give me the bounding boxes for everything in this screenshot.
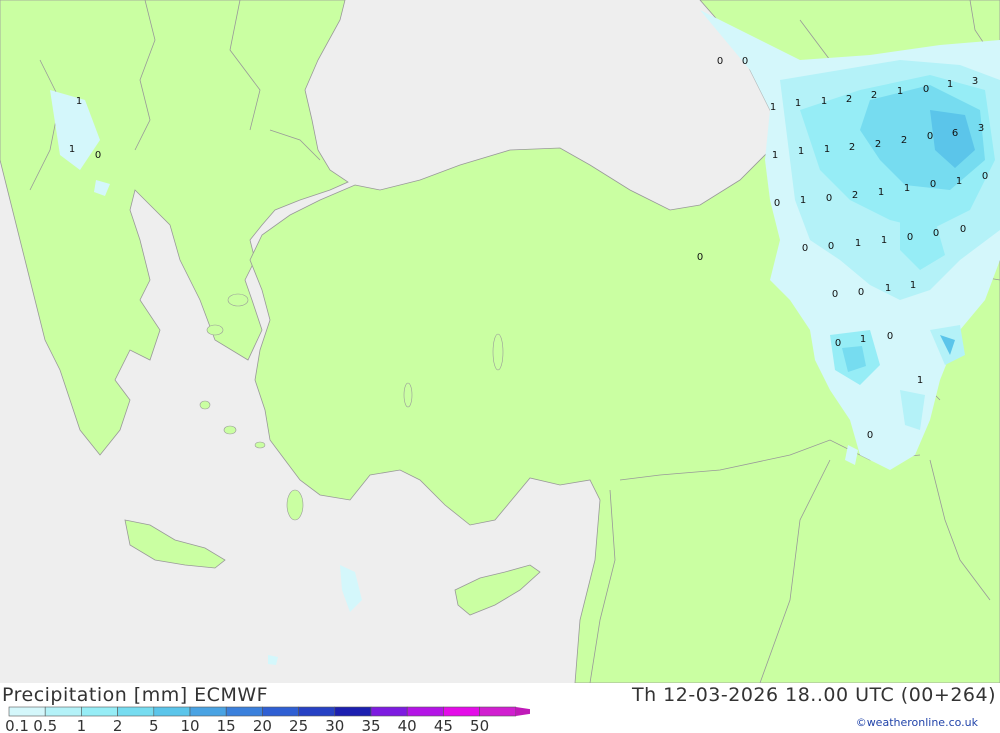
value-label: 0 <box>697 252 703 263</box>
value-label: 2 <box>901 135 907 146</box>
value-label: 1 <box>917 375 923 386</box>
scale-swatch <box>44 706 82 717</box>
value-label: 1 <box>881 235 887 246</box>
scale-swatch <box>334 706 372 717</box>
scale-swatch <box>189 706 227 717</box>
value-label: 1 <box>821 96 827 107</box>
scale-swatch <box>298 706 336 717</box>
scale-swatch <box>117 706 155 717</box>
scale-label: 50 <box>470 717 489 733</box>
value-label: 0 <box>933 228 939 239</box>
value-label: 1 <box>860 334 866 345</box>
value-label: 1 <box>795 98 801 109</box>
value-label: 0 <box>887 331 893 342</box>
value-label: 6 <box>952 128 958 139</box>
valid-time: Th 12-03-2026 18..00 UTC (00+264) <box>631 684 996 706</box>
value-label: 0 <box>774 198 780 209</box>
value-label: 0 <box>717 56 723 67</box>
scale-swatch <box>406 706 444 717</box>
value-label: 0 <box>835 338 841 349</box>
color-scale: 0.1 0.5 1 2 5 10 15 20 25 30 35 40 45 50 <box>5 706 530 733</box>
value-label: 0 <box>923 84 929 95</box>
value-label: 1 <box>772 150 778 161</box>
value-label: 1 <box>824 144 830 155</box>
scale-label: 2 <box>113 717 123 733</box>
scale-label: 5 <box>149 717 159 733</box>
value-label: 0 <box>826 193 832 204</box>
scale-label: 0.1 <box>5 717 29 733</box>
value-label: 1 <box>798 146 804 157</box>
value-label: 2 <box>875 139 881 150</box>
scale-swatch <box>262 706 299 717</box>
value-label: 3 <box>972 76 978 87</box>
scale-label: 40 <box>398 717 417 733</box>
scale-swatch <box>153 706 191 717</box>
precipitation-map: 0 0 1 1 0 1 1 1 2 2 1 0 1 3 6 3 1 1 1 2 2 2 0 0 1 0 2 1 1 0 1 0 0 0 1 1 0 0 0 0… <box>0 0 1000 683</box>
scale-swatch <box>370 706 408 717</box>
value-label: 1 <box>770 102 776 113</box>
value-label: 2 <box>852 190 858 201</box>
credit-link[interactable]: ©weatheronline.co.uk <box>856 716 978 729</box>
scale-label: 20 <box>253 717 272 733</box>
scale-swatch <box>225 706 263 717</box>
scale-label: 1 <box>77 717 87 733</box>
scale-label: 10 <box>180 717 199 733</box>
value-label: 0 <box>907 232 913 243</box>
scale-label: 45 <box>434 717 453 733</box>
scale-label: 25 <box>289 717 308 733</box>
scale-label: 15 <box>217 717 236 733</box>
value-label: 1 <box>947 79 953 90</box>
value-label: 1 <box>956 176 962 187</box>
scale-arrow <box>515 707 530 716</box>
value-label: 0 <box>982 171 988 182</box>
value-label: 0 <box>802 243 808 254</box>
legend-footer: Precipitation [mm] ECMWF Th 12-03-2026 1… <box>0 683 1000 733</box>
value-label: 1 <box>897 86 903 97</box>
scale-swatch <box>443 706 480 717</box>
value-label: 0 <box>867 430 873 441</box>
scale-label: 30 <box>325 717 344 733</box>
scale-swatch <box>479 706 517 717</box>
value-label: 3 <box>978 123 984 134</box>
scale-swatch <box>8 706 46 717</box>
scale-label: 0.5 <box>33 717 57 733</box>
value-label: 0 <box>95 150 101 161</box>
value-label: 2 <box>846 94 852 105</box>
value-label: 0 <box>828 241 834 252</box>
value-label: 0 <box>960 224 966 235</box>
value-label: 1 <box>69 144 75 155</box>
value-label: 1 <box>910 280 916 291</box>
value-label: 0 <box>858 287 864 298</box>
value-label: 0 <box>930 179 936 190</box>
value-label: 0 <box>927 131 933 142</box>
value-label: 1 <box>904 183 910 194</box>
value-label: 1 <box>855 238 861 249</box>
value-label: 2 <box>849 142 855 153</box>
value-label: 1 <box>76 96 82 107</box>
value-label: 0 <box>742 56 748 67</box>
value-label: 0 <box>832 289 838 300</box>
scale-swatch <box>81 706 118 717</box>
legend-title: Precipitation [mm] ECMWF <box>2 684 269 706</box>
scale-label: 35 <box>361 717 380 733</box>
value-label: 1 <box>878 187 884 198</box>
value-label: 1 <box>885 283 891 294</box>
value-label: 1 <box>800 195 806 206</box>
value-label: 2 <box>871 90 877 101</box>
